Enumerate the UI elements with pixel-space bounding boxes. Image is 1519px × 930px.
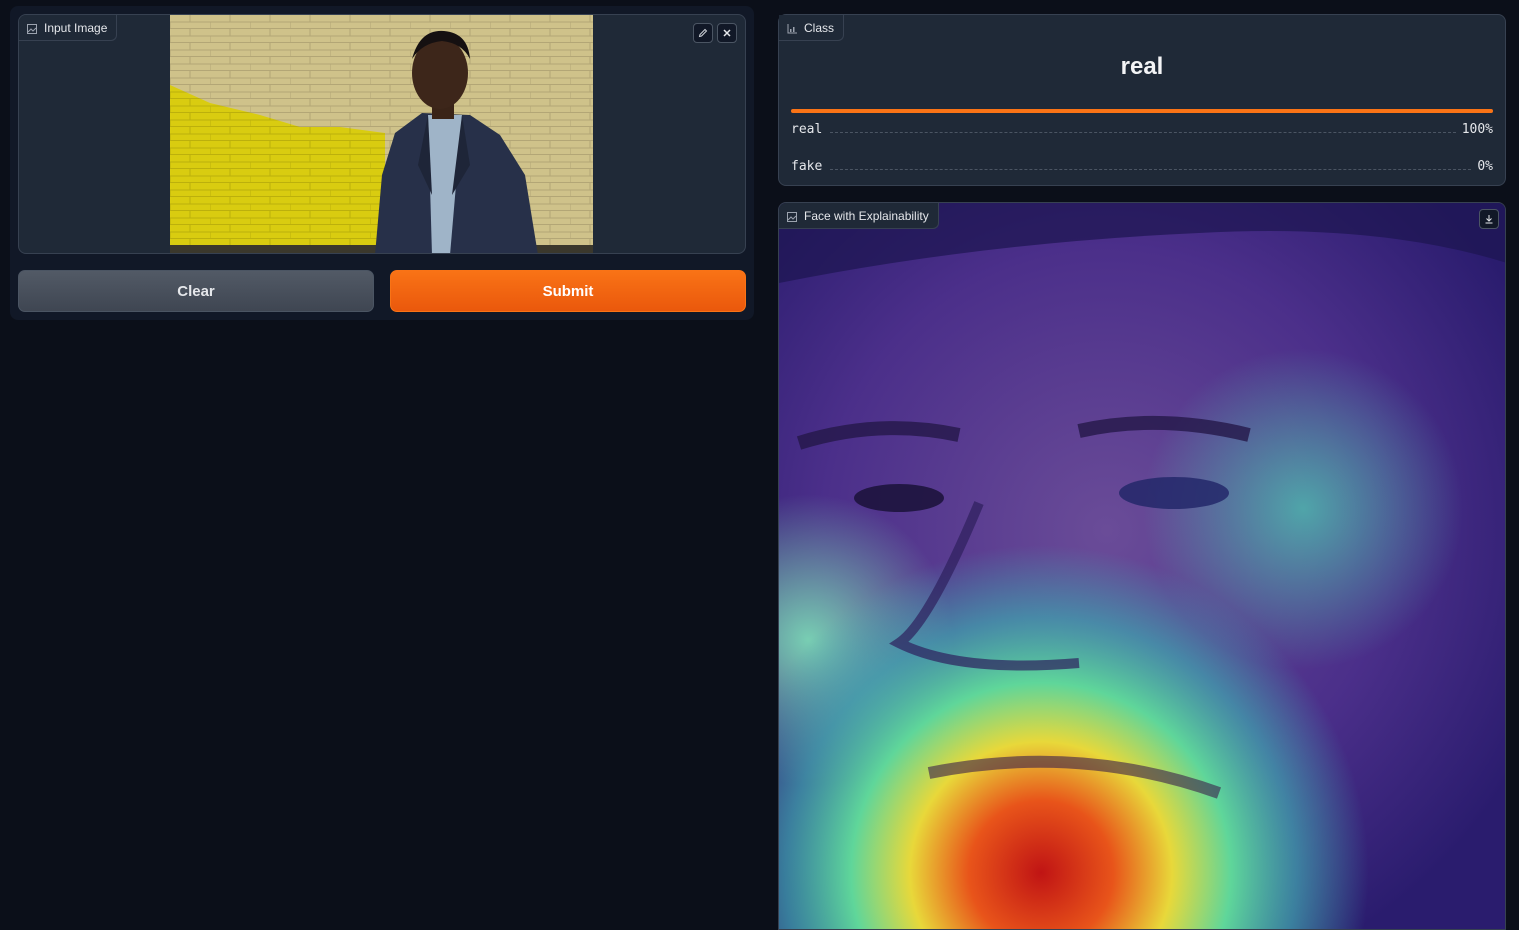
input-photo bbox=[170, 15, 593, 253]
clear-button[interactable]: Clear bbox=[18, 270, 374, 312]
image-icon bbox=[787, 211, 797, 222]
submit-button[interactable]: Submit bbox=[390, 270, 746, 312]
face-label-text: Face with Explainability bbox=[804, 208, 929, 223]
class-label-text: Class bbox=[804, 20, 835, 35]
confidence-value: 100% bbox=[1461, 122, 1493, 137]
app-page: Input Image Clear Submit Class real real… bbox=[0, 0, 1519, 930]
image-icon bbox=[27, 23, 37, 34]
confidence-bar bbox=[791, 109, 1493, 113]
predicted-class: real bbox=[1120, 53, 1164, 80]
input-image-label-text: Input Image bbox=[44, 20, 108, 35]
confidence-row-fake: fake 0% bbox=[791, 156, 1493, 174]
confidence-label: fake bbox=[791, 159, 823, 174]
input-image-block[interactable]: Input Image bbox=[18, 14, 746, 254]
confidence-bar-fill bbox=[791, 109, 1493, 113]
class-output-block: Class real real 100% fake 0% bbox=[778, 14, 1506, 186]
confidence-row-real: real 100% bbox=[791, 119, 1493, 137]
class-label: Class bbox=[779, 15, 845, 41]
input-image-label: Input Image bbox=[19, 15, 118, 41]
face-label: Face with Explainability bbox=[779, 203, 939, 229]
pencil-icon[interactable] bbox=[693, 23, 713, 43]
bar-chart-icon bbox=[787, 23, 797, 33]
face-explainability-block: Face with Explainability bbox=[778, 202, 1506, 930]
input-column: Input Image Clear Submit bbox=[10, 6, 754, 320]
explainability-heatmap-image bbox=[779, 203, 1505, 929]
confidence-value: 0% bbox=[1477, 159, 1493, 174]
close-icon[interactable] bbox=[717, 23, 737, 43]
leader-dots bbox=[830, 132, 1456, 133]
confidence-label: real bbox=[791, 122, 823, 137]
leader-dots bbox=[830, 169, 1472, 170]
download-icon[interactable] bbox=[1479, 209, 1499, 229]
